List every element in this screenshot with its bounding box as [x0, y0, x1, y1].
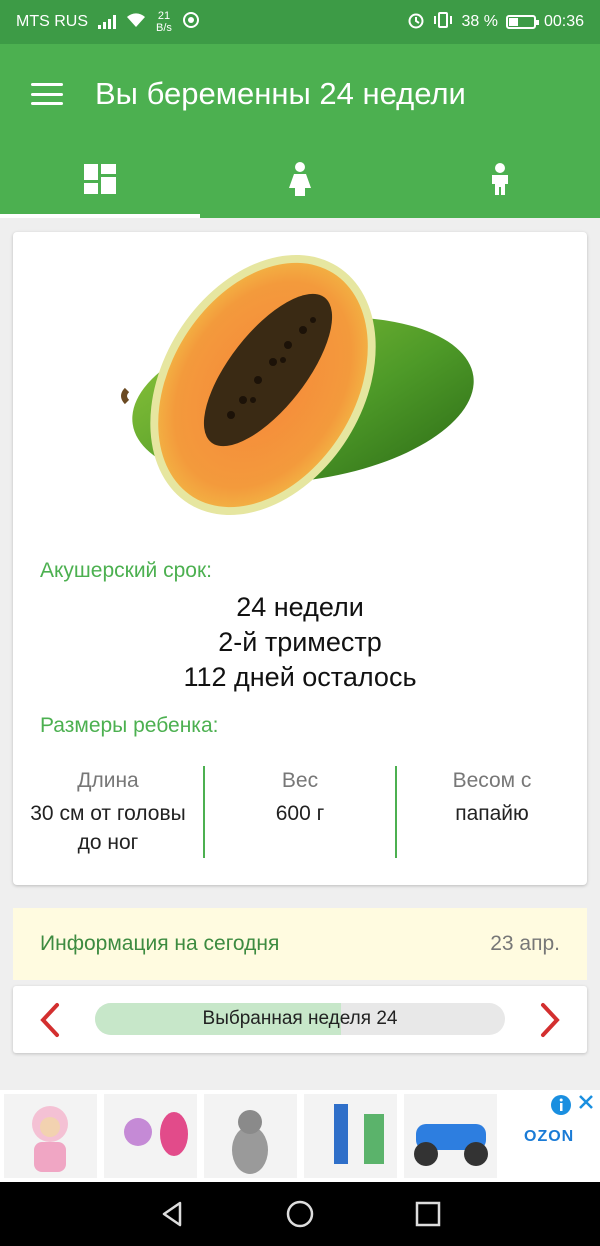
clock: 00:36	[543, 13, 584, 30]
dashboard-icon	[84, 163, 116, 199]
signal-icon	[98, 15, 116, 29]
home-icon[interactable]	[286, 1200, 314, 1228]
status-bar: MTS RUS 21 B/s 38 % 00:36	[0, 0, 600, 44]
info-today-label: Информация на сегодня	[40, 932, 280, 955]
ad-product-car[interactable]	[404, 1094, 497, 1178]
ad-product-doll[interactable]	[4, 1094, 97, 1178]
info-today-row[interactable]: Информация на сегодня 23 апр.	[13, 908, 587, 980]
trimester-value: 2-й триместр	[218, 627, 382, 657]
hotspot-icon	[182, 11, 200, 34]
days-left-value: 112 дней осталось	[183, 662, 417, 692]
tab-bar	[0, 144, 600, 218]
obstetric-term-label: Акушерский срок:	[40, 559, 212, 582]
length-column: Длина 30 см от головы до ног	[13, 766, 203, 858]
tab-mother[interactable]	[200, 144, 400, 218]
ad-product-cat[interactable]	[204, 1094, 297, 1178]
close-icon[interactable]	[576, 1092, 596, 1117]
tab-overview[interactable]	[0, 144, 200, 218]
app-toolbar: Вы беременны 24 недели	[0, 44, 600, 144]
menu-icon[interactable]	[31, 83, 63, 105]
fruit-compare-heading: Весом с	[452, 769, 532, 792]
woman-icon	[286, 161, 314, 201]
week-progress-bar[interactable]: Выбранная неделя 24	[95, 1003, 505, 1035]
network-speed: 21 B/s	[156, 10, 172, 34]
length-heading: Длина	[77, 769, 139, 792]
recents-icon[interactable]	[414, 1200, 442, 1228]
chevron-left-icon[interactable]	[33, 1002, 67, 1038]
ad-product-toy[interactable]	[104, 1094, 197, 1178]
papaya-image	[121, 254, 474, 516]
alarm-icon	[407, 11, 425, 34]
weight-column: Вес 600 г	[205, 766, 395, 858]
week-selector: Выбранная неделя 24	[13, 986, 587, 1053]
wifi-icon	[126, 12, 146, 33]
ad-brand-logo: OZON	[524, 1128, 575, 1145]
selected-week-label: Выбранная неделя 24	[202, 1008, 398, 1029]
battery-percent: 38 %	[461, 13, 498, 30]
baby-sizes: Длина 30 см от головы до ног Вес 600 г В…	[13, 766, 587, 858]
length-value: 30 см от головы до ног	[30, 802, 186, 854]
child-icon	[486, 162, 514, 200]
baby-sizes-label: Размеры ребенка:	[40, 714, 219, 737]
weeks-value: 24 недели	[236, 592, 364, 622]
info-today-date: 23 апр.	[490, 932, 560, 955]
weight-heading: Вес	[281, 769, 319, 792]
page-title: Вы беременны 24 недели	[95, 76, 466, 111]
pregnancy-summary-card: Акушерский срок: 24 недели 2-й триместр …	[13, 232, 587, 885]
ad-product-doll-set[interactable]	[304, 1094, 397, 1178]
chevron-right-icon[interactable]	[533, 1002, 567, 1038]
carrier-label: MTS RUS	[16, 13, 88, 30]
battery-icon	[505, 15, 539, 29]
ad-banner[interactable]: OZON	[0, 1090, 600, 1182]
system-nav-bar	[0, 1182, 600, 1246]
vibrate-icon	[433, 11, 453, 34]
ad-info-icon[interactable]	[550, 1094, 572, 1121]
fruit-compare-column: Весом с папайю	[397, 766, 587, 858]
fruit-compare-value: папайю	[455, 802, 529, 825]
weight-value: 600 г	[275, 802, 325, 825]
tab-baby[interactable]	[400, 144, 600, 218]
back-icon[interactable]	[158, 1200, 186, 1228]
